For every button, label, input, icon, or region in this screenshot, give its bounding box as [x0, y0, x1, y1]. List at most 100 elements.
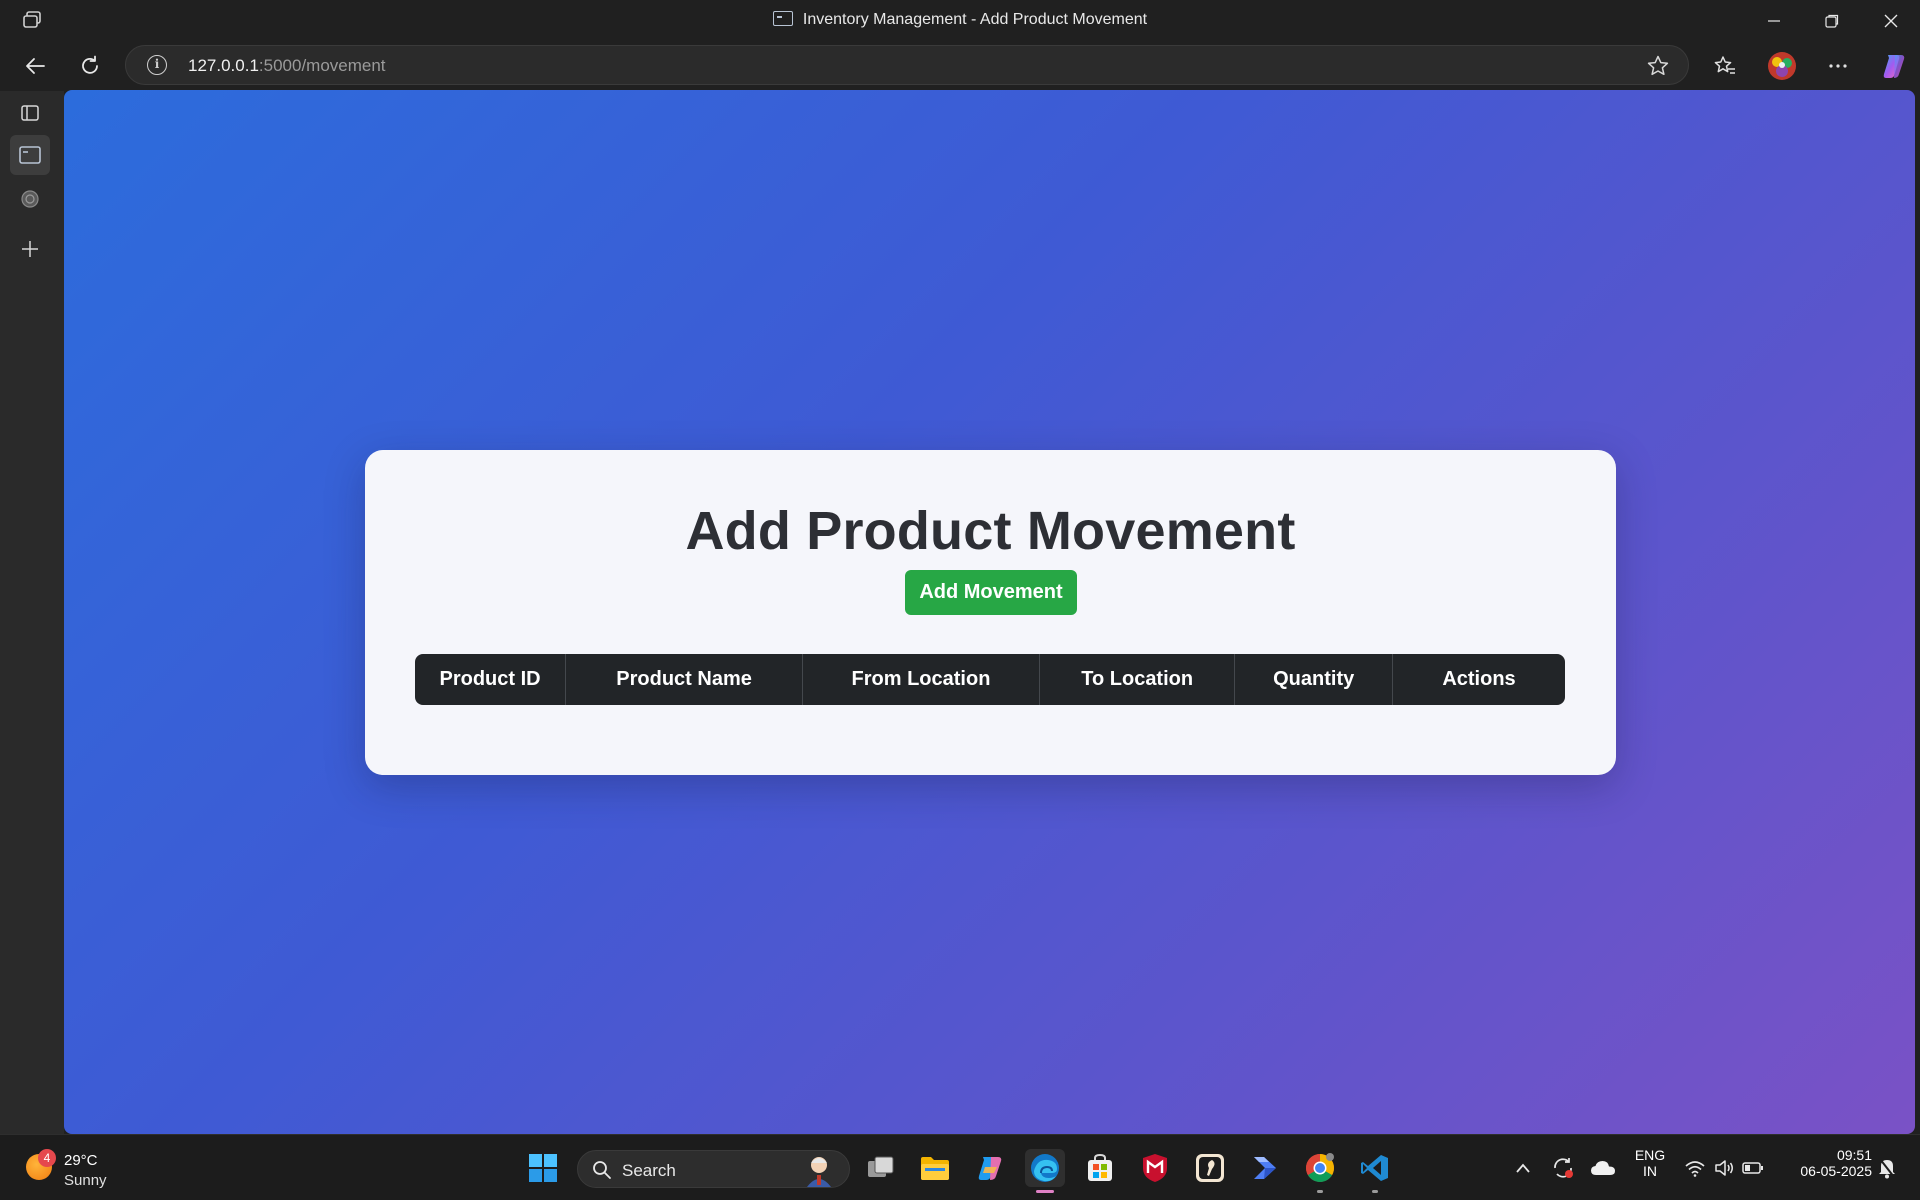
copilot-button[interactable] [1876, 49, 1912, 83]
tab-inventory-management[interactable] [10, 135, 50, 175]
search-icon [593, 1161, 611, 1179]
edge-browser-icon [1031, 1154, 1059, 1182]
back-button[interactable] [17, 49, 53, 83]
language-region: IN [1643, 1163, 1657, 1179]
column-header-product-name[interactable]: Product Name [565, 654, 804, 705]
running-app-indicator [1372, 1190, 1378, 1193]
chrome-button[interactable] [1300, 1149, 1340, 1193]
folder-icon [921, 1157, 949, 1180]
restore-icon [1825, 14, 1839, 28]
collapse-sidebar-button[interactable] [10, 93, 50, 133]
sidebar-panel-icon [21, 105, 39, 121]
page-title: Add Product Movement [685, 501, 1296, 561]
sync-status-button[interactable] [1543, 1149, 1583, 1187]
notification-bell-icon [1879, 1158, 1895, 1179]
start-button[interactable] [523, 1149, 563, 1187]
notifications-button[interactable] [1872, 1149, 1902, 1187]
sync-icon [1554, 1158, 1573, 1178]
refresh-icon [82, 55, 98, 74]
column-header-from-location[interactable]: From Location [802, 654, 1040, 705]
vertical-tab-strip [0, 91, 64, 1134]
copilot-app-button[interactable] [970, 1149, 1010, 1187]
tab-page-icon [19, 146, 41, 164]
back-arrow-icon [26, 58, 45, 74]
clock[interactable]: 09:51 06-05-2025 [1782, 1147, 1872, 1179]
store-bag-icon [1088, 1153, 1112, 1181]
minimize-button[interactable] [1745, 0, 1803, 41]
active-app-indicator [1036, 1190, 1054, 1193]
file-explorer-button[interactable] [915, 1149, 955, 1187]
weather-condition: Sunny [64, 1172, 107, 1189]
cloud-icon [1591, 1161, 1615, 1175]
search-label: Search [622, 1161, 676, 1180]
add-favorite-star-icon[interactable] [1646, 54, 1670, 78]
edge-browser-button[interactable] [1025, 1149, 1065, 1193]
add-movement-button[interactable]: Add Movement [905, 570, 1077, 615]
taskbar-search[interactable]: Search [577, 1150, 850, 1188]
wifi-icon [1685, 1161, 1705, 1177]
language-code: ENG [1634, 1147, 1666, 1163]
chevron-up-icon [1516, 1163, 1530, 1173]
window-titlebar: Inventory Management - Add Product Movem… [0, 0, 1920, 41]
tab-loading[interactable] [10, 179, 50, 219]
copilot-icon [1883, 55, 1905, 78]
power-automate-icon [1254, 1157, 1276, 1179]
onedrive-button[interactable] [1583, 1149, 1623, 1187]
favorites-icon [1714, 56, 1735, 74]
close-icon [1884, 14, 1898, 27]
microsoft-store-button[interactable] [1080, 1149, 1120, 1187]
power-automate-button[interactable] [1245, 1149, 1285, 1187]
url-path: :5000/movement [258, 56, 386, 75]
browser-toolbar: i 127.0.0.1:5000/movement [0, 41, 1920, 91]
language-indicator[interactable]: ENG IN [1630, 1147, 1670, 1179]
notification-badge: 4 [38, 1149, 56, 1167]
pen-app-icon [1196, 1154, 1224, 1182]
address-bar[interactable]: i 127.0.0.1:5000/movement [125, 45, 1689, 85]
quick-settings-button[interactable] [1676, 1149, 1772, 1187]
search-highlight-icon [807, 1157, 831, 1187]
mcafee-button[interactable] [1135, 1149, 1175, 1187]
running-app-indicator [1317, 1190, 1323, 1193]
tab-page-icon [772, 11, 793, 26]
copilot-app-icon [978, 1157, 1002, 1180]
profile-button[interactable] [1764, 49, 1800, 83]
close-button[interactable] [1862, 0, 1920, 41]
windows-logo-icon [529, 1154, 557, 1182]
mcafee-shield-icon [1143, 1154, 1167, 1182]
plus-icon [22, 241, 38, 257]
window-title: Inventory Management - Add Product Movem… [0, 11, 1920, 29]
new-tab-button[interactable] [10, 229, 50, 269]
volume-icon [1715, 1160, 1733, 1176]
pen-app-button[interactable] [1190, 1149, 1230, 1187]
column-header-to-location[interactable]: To Location [1039, 654, 1236, 705]
restore-button[interactable] [1803, 0, 1861, 41]
loading-globe-icon [21, 190, 39, 208]
column-header-actions[interactable]: Actions [1392, 654, 1565, 705]
movement-card: Add Product Movement Add Movement Produc… [365, 450, 1616, 775]
url-text[interactable]: 127.0.0.1:5000/movement [188, 56, 386, 76]
chrome-icon [1306, 1153, 1334, 1182]
site-info-icon[interactable]: i [147, 55, 167, 75]
column-header-product-id[interactable]: Product ID [415, 654, 567, 705]
battery-icon [1742, 1162, 1763, 1174]
weather-temperature: 29°C [64, 1152, 98, 1169]
task-view-icon [868, 1156, 894, 1177]
more-dots-icon [1829, 64, 1847, 68]
refresh-button[interactable] [72, 49, 108, 83]
vscode-button[interactable] [1355, 1149, 1395, 1193]
more-options-button[interactable] [1820, 49, 1856, 83]
web-page: Add Product Movement Add Movement Produc… [64, 90, 1915, 1134]
minimize-icon [1768, 19, 1780, 22]
window-title-text: Inventory Management - Add Product Movem… [802, 11, 1148, 28]
column-header-quantity[interactable]: Quantity [1234, 654, 1393, 705]
favorites-button[interactable] [1707, 49, 1743, 83]
show-hidden-icons-button[interactable] [1503, 1149, 1543, 1187]
movements-table: Product ID Product Name From Location To… [415, 654, 1565, 705]
vscode-icon [1361, 1155, 1388, 1181]
url-host: 127.0.0.1 [188, 56, 259, 75]
profile-avatar-icon [1768, 52, 1796, 80]
task-view-button[interactable] [861, 1149, 901, 1187]
taskbar: 4 29°C Sunny Search ENG IN 09:51 06-05-2… [0, 1134, 1920, 1200]
table-header-row: Product ID Product Name From Location To… [415, 654, 1565, 705]
clock-time: 09:51 [1836, 1147, 1872, 1163]
